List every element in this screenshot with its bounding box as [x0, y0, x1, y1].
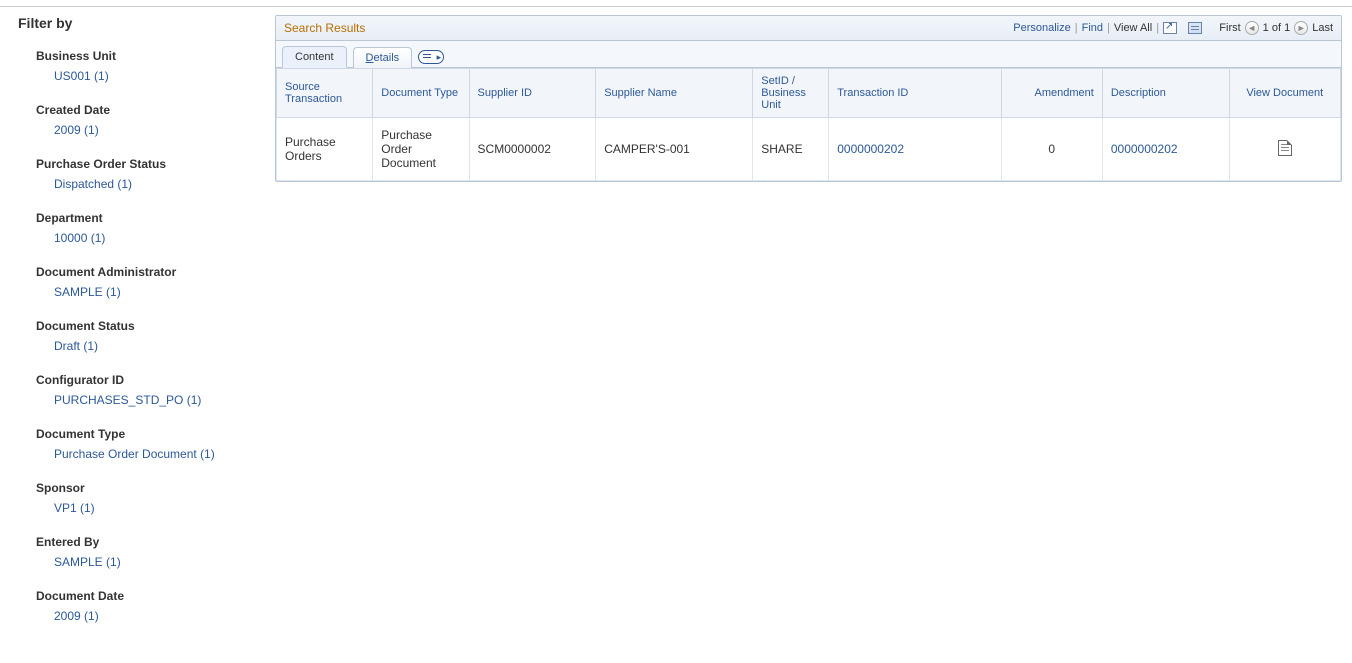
results-main: Search Results Personalize | Find | View…	[275, 15, 1352, 663]
tab-content-label: Content	[295, 51, 334, 63]
filter-value-link[interactable]: PURCHASES_STD_PO (1)	[18, 393, 263, 407]
results-table: Source Transaction Document Type Supplie…	[276, 68, 1341, 181]
separator: |	[1107, 22, 1110, 34]
filter-group-entered-by: Entered By SAMPLE (1)	[18, 535, 263, 569]
filter-group-created-date: Created Date 2009 (1)	[18, 103, 263, 137]
transaction-id-link[interactable]: 0000000202	[837, 142, 904, 156]
first-link[interactable]: First	[1219, 22, 1240, 34]
col-supplier-id[interactable]: Supplier ID	[469, 69, 596, 118]
next-page-icon[interactable]: ►	[1294, 21, 1308, 35]
col-transaction-id[interactable]: Transaction ID	[829, 69, 1001, 118]
filter-value-link[interactable]: 2009 (1)	[18, 609, 263, 623]
table-header-row: Source Transaction Document Type Supplie…	[277, 69, 1341, 118]
cell-supplier-id: SCM0000002	[469, 118, 596, 181]
grid-title: Search Results	[284, 21, 365, 35]
filter-label: Document Type	[18, 427, 263, 441]
download-grid-icon[interactable]	[1188, 22, 1202, 34]
filter-value-link[interactable]: SAMPLE (1)	[18, 285, 263, 299]
cell-view-document	[1229, 118, 1341, 181]
grid-header-bar: Search Results Personalize | Find | View…	[276, 16, 1341, 41]
range-text: 1 of 1	[1263, 22, 1291, 34]
personalize-link[interactable]: Personalize	[1013, 22, 1070, 34]
filter-value-link[interactable]: 10000 (1)	[18, 231, 263, 245]
filter-label: Business Unit	[18, 49, 263, 63]
filter-value-link[interactable]: 2009 (1)	[18, 123, 263, 137]
find-link[interactable]: Find	[1082, 22, 1103, 34]
zoom-popout-icon[interactable]	[1163, 22, 1177, 34]
filter-value-link[interactable]: VP1 (1)	[18, 501, 263, 515]
col-supplier-name[interactable]: Supplier Name	[596, 69, 753, 118]
filter-title: Filter by	[18, 15, 263, 31]
col-description[interactable]: Description	[1102, 69, 1229, 118]
search-results-grid: Search Results Personalize | Find | View…	[275, 15, 1342, 182]
filter-value-link[interactable]: Purchase Order Document (1)	[18, 447, 263, 461]
separator: |	[1156, 22, 1159, 34]
cell-document-type: Purchase Order Document	[373, 118, 469, 181]
grid-controls: Personalize | Find | View All | First ◄ …	[1013, 21, 1333, 35]
col-view-document[interactable]: View Document	[1229, 69, 1341, 118]
filter-group-document-date: Document Date 2009 (1)	[18, 589, 263, 623]
filter-value-link[interactable]: Draft (1)	[18, 339, 263, 353]
separator: |	[1075, 22, 1078, 34]
cell-transaction-id: 0000000202	[829, 118, 1001, 181]
filter-value-link[interactable]: US001 (1)	[18, 69, 263, 83]
col-amendment[interactable]: Amendment	[1001, 69, 1102, 118]
filter-sidebar: Filter by Business Unit US001 (1) Create…	[0, 15, 275, 663]
filter-label: Created Date	[18, 103, 263, 117]
cell-source-transaction: Purchase Orders	[277, 118, 373, 181]
col-setid-bu[interactable]: SetID / Business Unit	[753, 69, 829, 118]
cell-supplier-name: CAMPER'S-001	[596, 118, 753, 181]
tab-details[interactable]: Details	[353, 47, 413, 68]
filter-group-sponsor: Sponsor VP1 (1)	[18, 481, 263, 515]
cell-setid-bu: SHARE	[753, 118, 829, 181]
filter-group-po-status: Purchase Order Status Dispatched (1)	[18, 157, 263, 191]
filter-label: Document Status	[18, 319, 263, 333]
filter-label: Document Administrator	[18, 265, 263, 279]
last-link[interactable]: Last	[1312, 22, 1333, 34]
filter-label: Sponsor	[18, 481, 263, 495]
top-divider	[0, 6, 1352, 7]
filter-label: Department	[18, 211, 263, 225]
table-row: Purchase Orders Purchase Order Document …	[277, 118, 1341, 181]
filter-label: Entered By	[18, 535, 263, 549]
filter-group-configurator-id: Configurator ID PURCHASES_STD_PO (1)	[18, 373, 263, 407]
filter-group-business-unit: Business Unit US001 (1)	[18, 49, 263, 83]
filter-label: Configurator ID	[18, 373, 263, 387]
show-all-columns-icon[interactable]	[418, 50, 444, 64]
filter-value-link[interactable]: SAMPLE (1)	[18, 555, 263, 569]
col-source-transaction[interactable]: Source Transaction	[277, 69, 373, 118]
filter-label: Document Date	[18, 589, 263, 603]
col-document-type[interactable]: Document Type	[373, 69, 469, 118]
filter-label: Purchase Order Status	[18, 157, 263, 171]
description-link[interactable]: 0000000202	[1111, 142, 1178, 156]
tab-content[interactable]: Content	[282, 46, 347, 68]
prev-page-icon[interactable]: ◄	[1245, 21, 1259, 35]
filter-group-department: Department 10000 (1)	[18, 211, 263, 245]
filter-group-document-type: Document Type Purchase Order Document (1…	[18, 427, 263, 461]
view-all-text[interactable]: View All	[1114, 22, 1152, 34]
cell-amendment: 0	[1001, 118, 1102, 181]
cell-description: 0000000202	[1102, 118, 1229, 181]
filter-value-link[interactable]: Dispatched (1)	[18, 177, 263, 191]
filter-group-doc-admin: Document Administrator SAMPLE (1)	[18, 265, 263, 299]
tab-details-rest: etails	[373, 52, 399, 64]
view-document-icon[interactable]	[1278, 140, 1292, 156]
filter-group-doc-status: Document Status Draft (1)	[18, 319, 263, 353]
grid-tabs: Content Details	[276, 41, 1341, 68]
